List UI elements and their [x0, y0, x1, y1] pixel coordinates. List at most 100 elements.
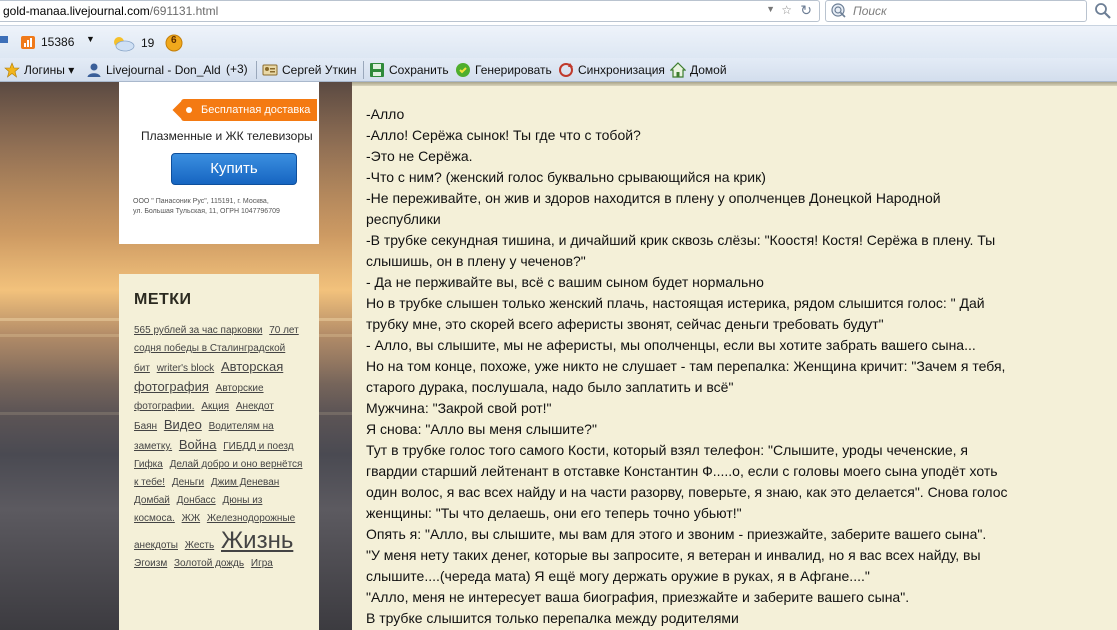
chevron-down-icon: ▼ [86, 34, 95, 44]
bookmark-label: Сохранить [389, 63, 449, 77]
save-icon [370, 63, 384, 77]
tag-link[interactable]: Жизнь [221, 527, 293, 554]
free-shipping-text: Бесплатная доставка [201, 104, 311, 116]
tags-heading: МЕТКИ [134, 291, 192, 308]
url-input[interactable]: gold-manaa.livejournal.com/691131.html ▼… [0, 0, 820, 22]
post-line: "Алло, меня не интересует ваша биография… [366, 589, 910, 605]
bookmark-save[interactable]: Сохранить [369, 62, 449, 78]
post-content: -Алло -Алло! Серёжа сынок! Ты где что с т… [352, 82, 1117, 630]
bookmark-label: Логины ▾ [24, 63, 75, 77]
home-icon [670, 62, 686, 78]
history-dropdown-icon[interactable]: ▼ [766, 4, 775, 14]
bookmark-sergey-utkin[interactable]: Сергей Уткин [262, 62, 357, 78]
tag-link[interactable]: Анекдот [236, 401, 274, 412]
bookmark-star-icon[interactable]: ☆ [781, 3, 792, 17]
tag-link[interactable]: Видео [164, 417, 202, 432]
tags-widget: МЕТКИ 565 рублей за час парковки 70 лет … [119, 274, 319, 630]
post-line: трубку мне, это скорей всего аферисты зв… [366, 316, 884, 332]
tag-link[interactable]: ЖЖ [182, 513, 200, 524]
bookmark-label: Сергей Уткин [282, 63, 357, 77]
bookmark-label: Синхронизация [578, 63, 665, 77]
ad-fine-line: ул. Большая Тульская, 11, ОГРН 104779670… [133, 208, 280, 215]
bookmark-more-count[interactable]: (+3) [226, 62, 248, 76]
tag-link[interactable]: Деньги [172, 477, 204, 488]
tag-link[interactable]: Джим Деневан [211, 477, 279, 488]
weather-sun-cloud-icon [114, 37, 135, 52]
bookmark-livejournal[interactable]: Livejournal - Don_Ald [86, 62, 221, 78]
toolbar-separator [256, 61, 257, 79]
post-line: один волос, я вас всех найду и на части … [366, 484, 1008, 500]
tag-link[interactable]: ГИБДД и поезд [223, 441, 293, 452]
bookmark-generate[interactable]: Генерировать [455, 62, 552, 78]
tag-link[interactable]: Эгоизм [134, 558, 167, 569]
tag-link[interactable]: Война [179, 437, 217, 452]
addon-weather[interactable]: 19 [110, 34, 154, 52]
mail-count: 6 [171, 35, 177, 46]
tag-link[interactable]: writer's block [157, 363, 214, 374]
ad-fine-line: ООО " Панасоник Рус", 115191, г. Москва, [133, 198, 269, 205]
tag-link[interactable]: Гифка [134, 459, 163, 470]
tag-link[interactable]: Жесть [185, 540, 214, 551]
content-top-border [352, 82, 1117, 86]
post-line: слышите....(череда мата) Я ещё могу держ… [366, 568, 870, 584]
addon-flag[interactable] [0, 34, 10, 46]
tag-link[interactable]: Баян [134, 421, 157, 432]
search-placeholder: Поиск [853, 4, 887, 18]
post-line: гвардии старший лейтенант в отставке Кон… [366, 463, 998, 479]
tag-link[interactable]: 565 рублей за час парковки [134, 325, 262, 336]
search-go-icon[interactable] [1093, 1, 1113, 21]
url-path: /691131.html [149, 4, 219, 18]
addon-rating-dropdown[interactable]: ▼ [86, 34, 95, 44]
id-card-icon [262, 64, 278, 76]
addon-mail-badge[interactable]: 6 [165, 34, 183, 52]
bookmark-home[interactable]: Домой [670, 62, 727, 78]
bookmark-logins[interactable]: Логины ▾ [4, 62, 74, 78]
addon-toolbar: 15386 ▼ 19 6 [0, 25, 1117, 58]
post-line: Я снова: "Алло вы меня слышите?" [366, 421, 597, 437]
post-line: -Алло [366, 106, 405, 122]
post-line: -Это не Серёжа. [366, 148, 473, 164]
search-input[interactable]: Поиск [825, 0, 1087, 22]
toolbar-separator [363, 61, 364, 79]
reload-icon[interactable]: ↻ [800, 2, 812, 19]
bookmark-label: Livejournal - Don_Ald [106, 63, 221, 77]
addon-rating[interactable]: 15386 [20, 34, 74, 50]
post-line: республики [366, 211, 441, 227]
weather-temp: 19 [141, 36, 155, 50]
sync-icon [559, 63, 573, 77]
web-page: Бесплатная доставка Плазменные и ЖК теле… [0, 82, 1117, 630]
post-line: "У меня нету таких денег, которые вы зап… [366, 547, 981, 563]
tag-link[interactable]: Донбасс [177, 495, 216, 506]
bookmark-sync[interactable]: Синхронизация [558, 62, 665, 78]
bookmarks-toolbar: Логины ▾ Livejournal - Don_Ald (+3) Серг… [0, 58, 1117, 82]
post-line: Тут в трубке голос того самого Кости, ко… [366, 442, 968, 458]
free-shipping-badge: Бесплатная доставка [181, 99, 317, 121]
url-text[interactable]: gold-manaa.livejournal.com/691131.html [3, 4, 218, 18]
post-line: - Алло, вы слышите, мы не аферисты, мы о… [366, 337, 976, 353]
post-line: - Да не перживайте вы, всё с вашим сыном… [366, 274, 764, 290]
user-icon [87, 63, 101, 77]
bookmark-label: (+3) [226, 62, 248, 76]
tag-link[interactable]: Домбай [134, 495, 170, 506]
generate-icon [456, 63, 470, 77]
search-engine-icon[interactable] [831, 3, 847, 19]
post-line: старого дурака, послушала, надо было зап… [366, 379, 734, 395]
address-bar-row: gold-manaa.livejournal.com/691131.html ▼… [0, 0, 1117, 25]
tv-advertisement[interactable]: Бесплатная доставка Плазменные и ЖК теле… [119, 82, 319, 244]
post-line: слышишь, он в плену у чеченов?" [366, 253, 586, 269]
buy-button[interactable]: Купить [171, 153, 297, 185]
badge-dot-icon [186, 107, 192, 113]
ad-title[interactable]: Плазменные и ЖК телевизоры [141, 129, 313, 143]
tag-link[interactable]: Золотой дождь [174, 558, 244, 569]
post-text: -Алло -Алло! Серёжа сынок! Ты где что с т… [366, 104, 1086, 629]
rating-value: 15386 [41, 35, 75, 49]
tag-link[interactable]: Игра [251, 558, 273, 569]
post-line: Мужчина: "Закрой свой рот!" [366, 400, 552, 416]
ad-fine-print: ООО " Панасоник Рус", 115191, г. Москва,… [133, 197, 319, 217]
post-line: -В трубке секундная тишина, и дичайший к… [366, 232, 996, 248]
rating-bars-icon [21, 36, 35, 49]
bookmark-label: Домой [690, 63, 727, 77]
tag-link[interactable]: Акция [201, 401, 229, 412]
tag-cloud: 565 рублей за час парковки 70 лет содня … [134, 322, 304, 573]
post-line: -Алло! Серёжа сынок! Ты где что с тобой? [366, 127, 641, 143]
